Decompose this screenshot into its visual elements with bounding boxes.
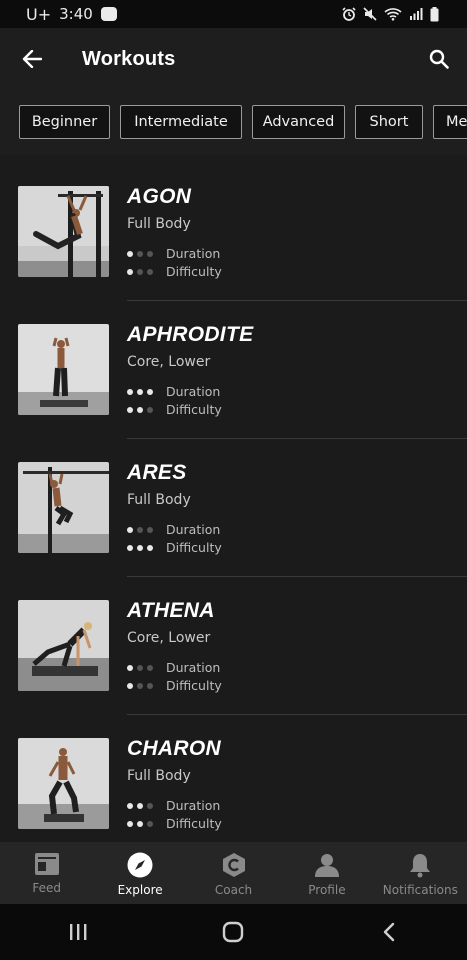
difficulty-label: Difficulty bbox=[166, 402, 222, 417]
workout-focus: Full Body bbox=[127, 492, 191, 508]
battery-icon bbox=[430, 6, 439, 21]
workout-name: CHARON bbox=[127, 737, 221, 760]
workout-focus: Full Body bbox=[127, 768, 191, 784]
workout-thumbnail bbox=[18, 462, 109, 553]
duration-label: Duration bbox=[166, 384, 221, 399]
workout-thumbnail bbox=[18, 738, 109, 829]
nav-item-feed[interactable]: Feed bbox=[0, 842, 93, 904]
duration-label: Duration bbox=[166, 522, 221, 537]
nav-item-coach[interactable]: Coach bbox=[187, 842, 280, 904]
filter-bar: Beginner Intermediate Advanced Short Me bbox=[0, 90, 467, 155]
feed-icon bbox=[34, 853, 59, 875]
nav-item-explore[interactable]: Explore bbox=[93, 842, 186, 904]
profile-icon bbox=[314, 854, 339, 877]
nav-label: Explore bbox=[117, 883, 163, 897]
duration-label: Duration bbox=[166, 246, 221, 261]
nav-label: Notifications bbox=[382, 883, 458, 897]
back-button[interactable] bbox=[0, 28, 64, 90]
system-nav-bar bbox=[0, 904, 467, 960]
workout-focus: Core, Lower bbox=[127, 354, 211, 370]
app-badge-icon bbox=[100, 7, 117, 21]
recent-apps-button[interactable] bbox=[38, 904, 118, 960]
nav-label: Profile bbox=[308, 883, 346, 897]
duration-label: Duration bbox=[166, 798, 221, 813]
duration-indicator: Duration bbox=[127, 522, 220, 537]
chevron-left-icon bbox=[383, 922, 395, 942]
workout-thumbnail bbox=[18, 600, 109, 691]
nav-label: Feed bbox=[32, 881, 62, 895]
difficulty-indicator: Difficulty bbox=[127, 264, 222, 279]
workout-focus: Core, Lower bbox=[127, 630, 211, 646]
workout-item-charon[interactable]: CHARON Full Body Duration Difficulty bbox=[0, 707, 467, 842]
arrow-left-icon bbox=[22, 50, 42, 68]
workout-name: ATHENA bbox=[127, 599, 215, 622]
compass-icon bbox=[127, 852, 153, 878]
workout-item-athena[interactable]: ATHENA Core, Lower Duration Difficulty bbox=[0, 569, 467, 715]
difficulty-indicator: Difficulty bbox=[127, 540, 222, 555]
bottom-nav: Feed Explore Coach Profile Notifications bbox=[0, 842, 467, 904]
difficulty-label: Difficulty bbox=[166, 540, 222, 555]
filter-chip-beginner[interactable]: Beginner bbox=[19, 105, 110, 139]
difficulty-indicator: Difficulty bbox=[127, 816, 222, 831]
duration-indicator: Duration bbox=[127, 798, 220, 813]
filter-chip-more[interactable]: Me bbox=[433, 105, 467, 139]
search-icon bbox=[429, 49, 449, 69]
status-time: 3:40 bbox=[59, 5, 93, 23]
system-back-button[interactable] bbox=[349, 904, 429, 960]
page-title: Workouts bbox=[82, 47, 176, 70]
workout-item-agon[interactable]: AGON Full Body Duration Difficulty bbox=[0, 155, 467, 301]
recent-apps-icon bbox=[69, 924, 87, 940]
workout-item-aphrodite[interactable]: APHRODITE Core, Lower Duration Difficult… bbox=[0, 293, 467, 439]
status-bar: U+ 3:40 bbox=[0, 0, 467, 28]
duration-indicator: Duration bbox=[127, 384, 220, 399]
home-button[interactable] bbox=[193, 904, 273, 960]
bell-icon bbox=[410, 854, 431, 878]
search-button[interactable] bbox=[411, 28, 467, 90]
wifi-icon bbox=[384, 8, 402, 21]
alarm-icon bbox=[342, 7, 356, 21]
signal-icon bbox=[410, 8, 423, 20]
difficulty-label: Difficulty bbox=[166, 678, 222, 693]
difficulty-label: Difficulty bbox=[166, 816, 222, 831]
app-bar: Workouts bbox=[0, 28, 467, 90]
workout-name: APHRODITE bbox=[127, 323, 254, 346]
duration-indicator: Duration bbox=[127, 246, 220, 261]
mute-icon bbox=[363, 7, 377, 21]
nav-item-notifications[interactable]: Notifications bbox=[374, 842, 467, 904]
filter-chip-advanced[interactable]: Advanced bbox=[252, 105, 345, 139]
workout-thumbnail bbox=[18, 324, 109, 415]
workout-item-ares[interactable]: ARES Full Body Duration Difficulty bbox=[0, 431, 467, 577]
workout-name: AGON bbox=[127, 185, 192, 208]
difficulty-label: Difficulty bbox=[166, 264, 222, 279]
filter-chip-short[interactable]: Short bbox=[355, 105, 423, 139]
carrier-label: U+ bbox=[26, 4, 52, 24]
coach-icon bbox=[222, 853, 245, 877]
workout-list: AGON Full Body Duration Difficulty APHRO… bbox=[0, 155, 467, 842]
nav-item-profile[interactable]: Profile bbox=[280, 842, 373, 904]
difficulty-indicator: Difficulty bbox=[127, 678, 222, 693]
workout-name: ARES bbox=[127, 461, 187, 484]
home-icon bbox=[223, 921, 244, 943]
duration-indicator: Duration bbox=[127, 660, 220, 675]
workout-thumbnail bbox=[18, 186, 109, 277]
difficulty-indicator: Difficulty bbox=[127, 402, 222, 417]
workout-focus: Full Body bbox=[127, 216, 191, 232]
nav-label: Coach bbox=[214, 883, 253, 897]
filter-chip-intermediate[interactable]: Intermediate bbox=[120, 105, 242, 139]
duration-label: Duration bbox=[166, 660, 221, 675]
